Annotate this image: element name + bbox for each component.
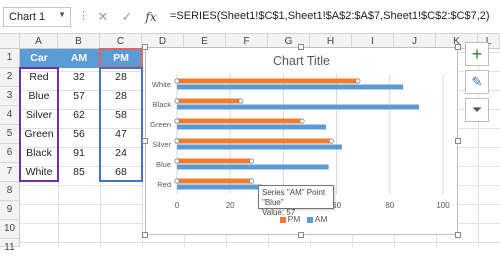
selection-marker <box>238 98 244 104</box>
bar-pm <box>177 158 252 164</box>
y-category-label: Blue <box>156 160 171 169</box>
name-box-value: Chart 1 <box>9 11 46 23</box>
selection-marker <box>299 118 305 124</box>
row-header[interactable]: 9 <box>0 201 20 220</box>
column-header[interactable]: C <box>100 34 142 49</box>
table-cell[interactable]: 28 <box>100 68 142 87</box>
bar-pm <box>177 118 303 124</box>
selection-marker <box>174 138 180 144</box>
enter-icon[interactable]: ✓ <box>118 7 136 27</box>
table-cell[interactable]: 58 <box>100 106 142 125</box>
column-header[interactable]: B <box>58 34 100 49</box>
row-header[interactable]: 10 <box>0 220 20 239</box>
insert-function-button[interactable]: fx <box>142 7 160 27</box>
row-header[interactable]: 3 <box>0 87 20 106</box>
selection-marker <box>174 158 180 164</box>
row-header[interactable]: 4 <box>0 106 20 125</box>
row-header[interactable]: 6 <box>0 144 20 163</box>
bar-pm <box>177 178 252 184</box>
table-cell[interactable]: 28 <box>100 87 142 106</box>
bar-pm <box>177 138 332 144</box>
table-cell[interactable]: 32 <box>58 68 100 87</box>
selection-marker <box>248 178 255 184</box>
selection-marker <box>174 78 180 84</box>
x-tick-label: 0 <box>175 201 180 210</box>
chart-elements-button[interactable]: + <box>465 42 489 66</box>
bar-pm <box>177 78 358 84</box>
data-point-tooltip: Series "AM" Point "Blue" Value: 57 <box>258 185 334 217</box>
table-cell[interactable]: 57 <box>58 87 100 106</box>
table-cell[interactable]: Blue <box>20 87 58 106</box>
filter-icon: ⏷ <box>471 102 483 117</box>
selection-marker <box>355 78 361 84</box>
bar-pm <box>177 98 241 104</box>
bar-am <box>177 164 329 170</box>
y-category-label: Black <box>153 100 172 109</box>
bar-am <box>177 184 263 190</box>
brush-icon: ✎ <box>471 74 483 89</box>
row-header[interactable]: 2 <box>0 68 20 87</box>
y-category-label: White <box>152 80 171 89</box>
table-cell[interactable]: 85 <box>58 163 100 182</box>
table-cell[interactable]: 24 <box>100 144 142 163</box>
row-header[interactable]: 11 <box>0 239 20 253</box>
table-cell[interactable]: 47 <box>100 125 142 144</box>
bar-am <box>177 144 342 150</box>
row-header[interactable]: 5 <box>0 125 20 144</box>
formula-input[interactable]: =SERIES(Sheet1!$C$1,Sheet1!$A$2:$A$7,She… <box>166 7 500 27</box>
y-category-label: Red <box>157 180 171 189</box>
row-header[interactable]: 1 <box>0 49 20 68</box>
table-header-cell[interactable]: Car Colors <box>20 49 58 82</box>
selection-marker <box>248 158 255 164</box>
selection-marker <box>174 118 180 124</box>
x-tick-label: 20 <box>226 201 235 210</box>
column-header[interactable]: A <box>20 34 58 49</box>
table-cell[interactable]: 56 <box>58 125 100 144</box>
row-header[interactable]: 8 <box>0 182 20 201</box>
table-cell[interactable]: 62 <box>58 106 100 125</box>
selection-marker <box>174 98 180 104</box>
formula-bar: Chart 1 ▼ ⋮ ✕ ✓ fx =SERIES(Sheet1!$C$1,S… <box>0 0 500 34</box>
y-category-label: Silver <box>152 140 171 149</box>
row-header[interactable]: 7 <box>0 163 20 182</box>
selection-marker <box>328 138 334 144</box>
add-icon: + <box>471 44 483 64</box>
x-tick-label: 80 <box>385 201 394 210</box>
table-cell[interactable]: 68 <box>100 163 142 182</box>
tooltip-series-line: Series "AM" Point "Blue" <box>262 188 326 207</box>
table-cell[interactable]: Silver <box>20 106 58 125</box>
chart-styles-button[interactable]: ✎ <box>465 70 489 94</box>
cancel-icon[interactable]: ✕ <box>94 7 112 27</box>
table-cell[interactable]: Green <box>20 125 58 144</box>
select-all-corner[interactable] <box>0 34 20 49</box>
bar-am <box>177 104 420 110</box>
y-category-label: Green <box>150 120 171 129</box>
bar-am <box>177 84 404 90</box>
table-cell[interactable]: Black <box>20 144 58 163</box>
table-header-cell[interactable]: PM <box>100 49 142 68</box>
table-cell[interactable]: 91 <box>58 144 100 163</box>
dots-icon[interactable]: ⋮ <box>78 9 89 22</box>
x-tick-label: 100 <box>436 201 450 210</box>
chevron-down-icon[interactable]: ▼ <box>58 10 66 19</box>
table-cell[interactable]: White <box>20 163 58 182</box>
table-header-cell[interactable]: AM <box>58 49 100 68</box>
table-cell[interactable]: Red <box>20 68 58 87</box>
tooltip-value-line: Value: 57 <box>262 208 296 217</box>
chart-filters-button[interactable]: ⏷ <box>465 98 489 122</box>
bar-am <box>177 124 326 130</box>
selection-marker <box>174 178 180 184</box>
name-box[interactable]: Chart 1 ▼ <box>3 7 71 27</box>
grid-line <box>142 49 143 247</box>
